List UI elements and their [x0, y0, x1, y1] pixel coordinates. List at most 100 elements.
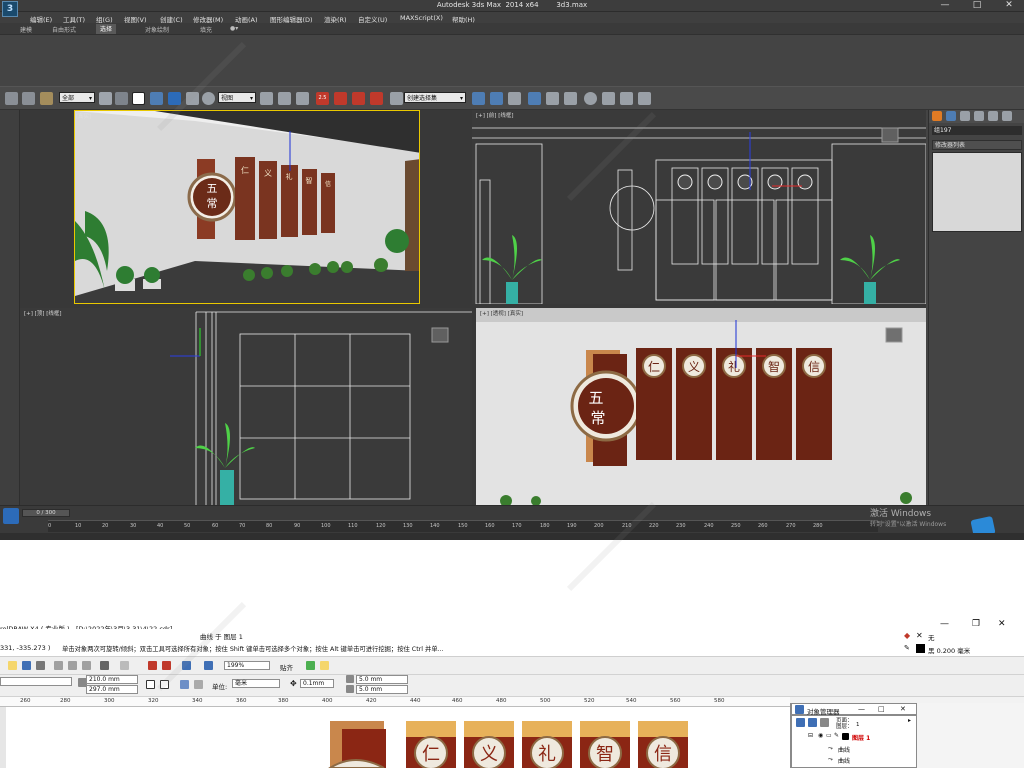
top-viewport-label[interactable]: [+] [顶] [线框] — [24, 309, 61, 317]
page-width-input[interactable]: 210.0 mm — [86, 675, 138, 684]
link-icon[interactable] — [40, 92, 53, 105]
export-icon[interactable] — [162, 661, 171, 670]
object-tree[interactable]: 页面： 图层： 1 ▸ ⊟ ◉ ▭ ✎ 图层 1 ⤳ 曲线 ⤳ 曲线 — [791, 715, 917, 768]
display-tab-icon[interactable] — [988, 111, 998, 121]
outline-color-swatch[interactable] — [916, 644, 925, 653]
drawing-canvas[interactable]: 仁 义 礼 智 信 — [0, 707, 790, 768]
portrait-icon[interactable] — [146, 680, 155, 689]
om-minimize-button[interactable]: — — [858, 705, 865, 713]
motion-tab-icon[interactable] — [974, 111, 984, 121]
show-properties-icon[interactable] — [796, 718, 805, 727]
layer-manager-view-icon[interactable] — [820, 718, 829, 727]
welcome-icon[interactable] — [204, 661, 213, 670]
align-icon[interactable] — [490, 92, 503, 105]
app-launcher-icon[interactable] — [182, 661, 191, 670]
lock-edit-icon[interactable]: ✎ — [834, 732, 839, 739]
edit-across-layers-icon[interactable] — [808, 718, 817, 727]
reference-coord-dropdown[interactable]: 视图 — [218, 92, 256, 104]
time-slider[interactable]: 0 / 300 — [22, 509, 70, 517]
nudge-input[interactable]: 0.1mm — [300, 679, 334, 688]
layer-name[interactable]: 图层 1 — [852, 733, 870, 742]
tree-item-curve[interactable]: 曲线 — [838, 756, 850, 765]
mirror-icon[interactable] — [472, 92, 485, 105]
rendered-frame-icon[interactable] — [620, 92, 633, 105]
manipulate-icon[interactable] — [278, 92, 291, 105]
camera-viewport[interactable]: [+] [Camera001] [真实] 五 常 仁 义 礼 智 — [74, 110, 420, 304]
open-icon[interactable] — [8, 661, 17, 670]
redo-icon[interactable] — [120, 661, 129, 670]
angle-snap-icon[interactable] — [334, 92, 347, 105]
om-maximize-button[interactable]: □ — [878, 705, 885, 713]
corel-minimize-button[interactable]: — — [940, 619, 949, 629]
edit-named-sets-icon[interactable] — [390, 92, 403, 105]
snap-toggle-icon[interactable]: 2.5 — [316, 92, 329, 105]
keyboard-shortcut-icon[interactable] — [296, 92, 309, 105]
import-icon[interactable] — [148, 661, 157, 670]
layer-manager-icon[interactable] — [508, 92, 521, 105]
options-icon[interactable] — [306, 661, 315, 670]
hierarchy-tab-icon[interactable] — [960, 111, 970, 121]
track-bar[interactable]: 0 10 20 30 40 50 60 70 80 90 100 110 120… — [48, 520, 878, 532]
perspective-viewport[interactable]: [+] [透视] [真实] 五 常 仁 义 礼 智 信 — [476, 308, 926, 505]
corel-restore-button[interactable]: ❐ — [972, 619, 980, 629]
modifier-list-dropdown[interactable]: 修改器列表 — [932, 140, 1022, 150]
current-page-icon[interactable] — [194, 680, 203, 689]
paper-type-dropdown[interactable] — [0, 677, 72, 686]
select-object-icon[interactable] — [99, 92, 112, 105]
minimize-button[interactable]: — — [930, 0, 960, 12]
select-by-name-icon[interactable] — [115, 92, 128, 105]
eye-icon[interactable]: ◉ — [818, 732, 823, 739]
snap-menu[interactable]: 贴齐 — [280, 662, 293, 672]
window-crossing-icon[interactable] — [150, 92, 163, 105]
all-pages-icon[interactable] — [180, 680, 189, 689]
create-tab-icon[interactable] — [932, 111, 942, 121]
persp-viewport-label[interactable]: [+] [透视] [真实] — [480, 309, 523, 317]
duplicate-x-input[interactable]: 5.0 mm — [356, 675, 408, 684]
selection-filter-dropdown[interactable]: 全部 — [59, 92, 95, 104]
material-editor-icon[interactable] — [584, 92, 597, 105]
front-viewport-label[interactable]: [+] [前] [线框] — [476, 111, 513, 119]
cut-icon[interactable] — [54, 661, 63, 670]
close-button[interactable]: ✕ — [994, 0, 1024, 12]
front-viewport[interactable]: [+] [前] [线框] — [472, 110, 926, 304]
tab-object-paint[interactable]: 对象绘制 — [145, 25, 169, 34]
tab-selection[interactable]: 选择 — [96, 24, 117, 34]
page-height-input[interactable]: 297.0 mm — [86, 685, 138, 694]
corel-online-icon[interactable] — [320, 661, 329, 670]
corel-close-button[interactable]: ✕ — [998, 619, 1006, 629]
save-icon[interactable] — [22, 661, 31, 670]
paste-icon[interactable] — [82, 661, 91, 670]
redo-icon[interactable] — [22, 92, 35, 105]
menu-maxscript[interactable]: MAXScript(X) — [400, 14, 443, 22]
utilities-tab-icon[interactable] — [1002, 111, 1012, 121]
om-flyout-icon[interactable]: ▸ — [908, 717, 911, 724]
app-logo-icon[interactable]: 3 — [2, 1, 18, 17]
tab-populate[interactable]: 填充 — [200, 25, 212, 34]
duplicate-y-input[interactable]: 5.0 mm — [356, 685, 408, 694]
ribbon-options-icon[interactable]: ●▾ — [230, 25, 238, 32]
schematic-view-icon[interactable] — [564, 92, 577, 105]
spinner-snap-icon[interactable] — [370, 92, 383, 105]
printer-icon[interactable]: ▭ — [826, 732, 832, 739]
copy-icon[interactable] — [68, 661, 77, 670]
zoom-dropdown[interactable]: 199% — [224, 661, 270, 670]
curve-editor-icon[interactable] — [546, 92, 559, 105]
render-setup-icon[interactable] — [602, 92, 615, 105]
units-dropdown[interactable]: 毫米 — [232, 679, 280, 688]
move-icon[interactable] — [168, 92, 181, 105]
landscape-icon[interactable] — [160, 680, 169, 689]
tab-modeling[interactable]: 建模 — [20, 25, 32, 34]
undo-icon[interactable] — [5, 92, 18, 105]
om-close-button[interactable]: ✕ — [900, 705, 906, 713]
modifier-stack[interactable] — [932, 152, 1022, 232]
maximize-button[interactable]: □ — [962, 0, 992, 12]
camera-viewport-label[interactable]: [+] [Camera001] [真实] — [75, 112, 91, 120]
tab-freeform[interactable]: 自由形式 — [52, 25, 76, 34]
top-viewport[interactable]: [+] [顶] [线框] — [20, 308, 472, 505]
render-production-icon[interactable] — [638, 92, 651, 105]
percent-snap-icon[interactable] — [352, 92, 365, 105]
object-name-field[interactable]: 组197 — [932, 126, 1022, 135]
viewport-layout-icon[interactable] — [3, 508, 19, 524]
rotate-icon[interactable] — [186, 92, 199, 105]
expand-layer-icon[interactable]: ⊟ — [808, 732, 813, 739]
